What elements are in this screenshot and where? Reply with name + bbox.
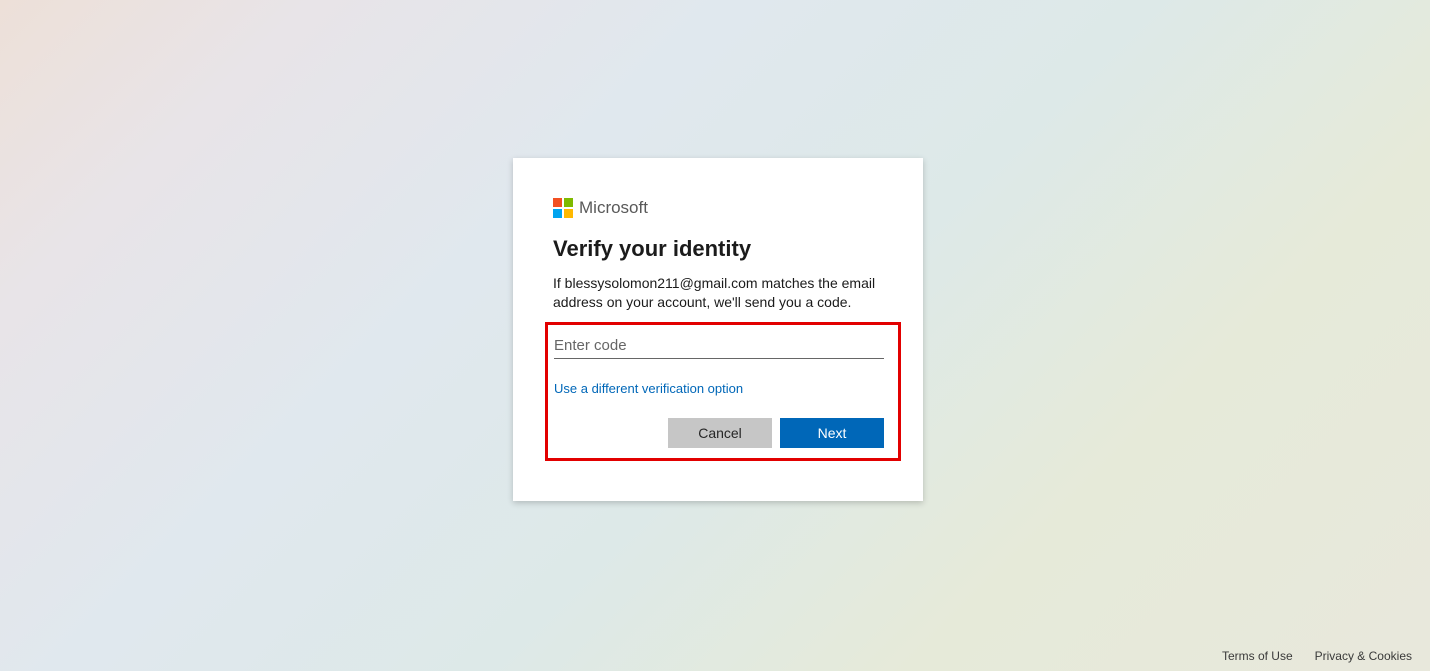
footer-links: Terms of Use Privacy & Cookies — [1222, 649, 1412, 663]
brand-row: Microsoft — [553, 198, 883, 218]
button-row: Cancel Next — [554, 418, 884, 448]
terms-of-use-link[interactable]: Terms of Use — [1222, 649, 1293, 663]
verification-card: Microsoft Verify your identity If blessy… — [513, 158, 923, 501]
privacy-cookies-link[interactable]: Privacy & Cookies — [1315, 649, 1412, 663]
highlighted-section: Use a different verification option Canc… — [545, 322, 901, 461]
cancel-button[interactable]: Cancel — [668, 418, 772, 448]
different-verification-link[interactable]: Use a different verification option — [554, 381, 743, 396]
description-text: If blessysolomon211@gmail.com matches th… — [553, 274, 883, 312]
next-button[interactable]: Next — [780, 418, 884, 448]
page-title: Verify your identity — [553, 236, 883, 262]
microsoft-logo-icon — [553, 198, 573, 218]
code-input[interactable] — [554, 331, 884, 359]
brand-name: Microsoft — [579, 198, 648, 218]
